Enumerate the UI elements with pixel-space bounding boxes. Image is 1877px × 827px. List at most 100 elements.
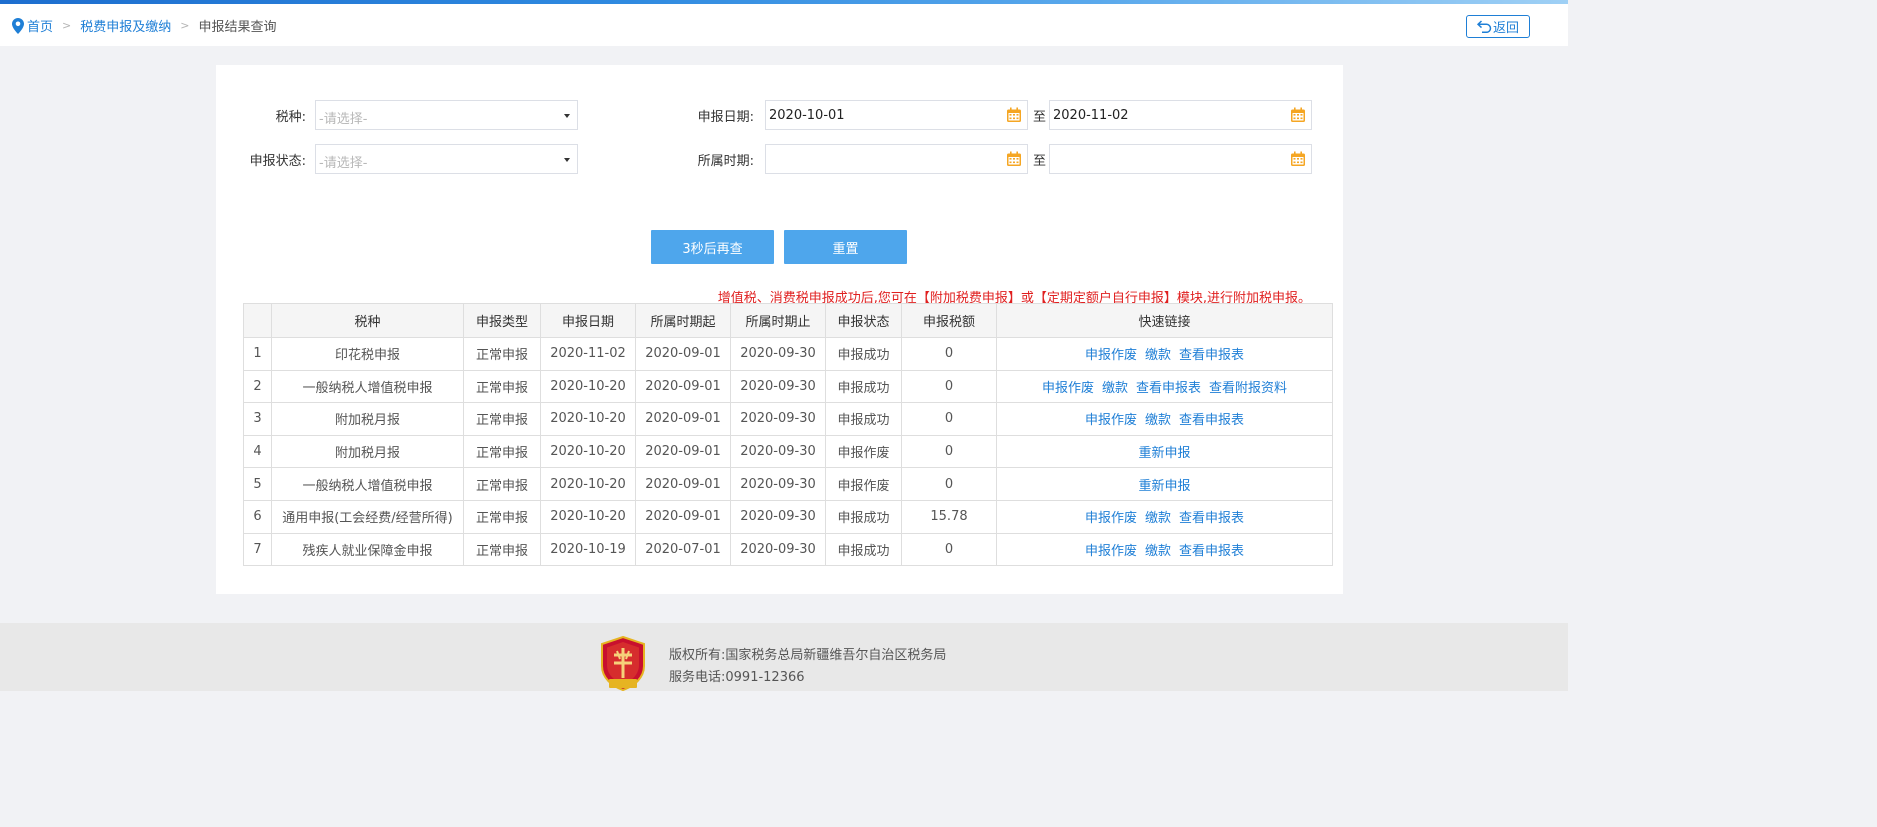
quick-link[interactable]: 申报作废 (1085, 413, 1137, 428)
cell-tax-amount: 0 (901, 434, 997, 469)
quick-link[interactable]: 缴款 (1145, 413, 1171, 428)
table-body: 1 印花税申报 正常申报 2020-11-02 2020-09-01 2020-09-30… (243, 337, 1333, 567)
declaration-date-label: 申报日期: (697, 110, 754, 125)
cell-period-to: 2020-09-30 (730, 532, 826, 567)
quick-link[interactable]: 缴款 (1145, 511, 1171, 526)
cell-quick-links: 申报作废 缴款 查看申报表 (996, 532, 1333, 567)
cell-tax-amount: 0 (901, 337, 997, 371)
results-table: 税种 申报类型 申报日期 所属时期起 所属时期止 申报状态 申报税额 快速链接 … (243, 303, 1333, 567)
footer-copyright: 版权所有:国家税务总局新疆维吾尔自治区税务局 (669, 648, 947, 663)
cell-tax-type: 一般纳税人增值税申报 (271, 369, 464, 404)
range-to-label: 至 (1033, 110, 1047, 125)
cell-period-from: 2020-07-01 (635, 532, 731, 567)
cell-quick-links: 申报作废 缴款 查看申报表 (996, 499, 1333, 534)
cell-status: 申报作废 (825, 467, 902, 501)
row-index: 1 (243, 337, 272, 371)
cell-status: 申报成功 (825, 337, 902, 371)
back-button[interactable]: 返回 (1466, 15, 1530, 38)
cell-declaration-type: 正常申报 (463, 434, 541, 469)
quick-link[interactable]: 重新申报 (1138, 446, 1190, 461)
cell-status: 申报成功 (825, 402, 902, 436)
cell-period-to: 2020-09-30 (730, 467, 826, 501)
cell-period-to: 2020-09-30 (730, 337, 826, 371)
cell-quick-links: 申报作废 缴款 查看申报表 (996, 337, 1333, 371)
table-row: 2 一般纳税人增值税申报 正常申报 2020-10-20 2020-09-01 2020-… (243, 369, 1333, 404)
column-header-tax-amount: 申报税额 (901, 303, 997, 338)
declaration-status-label: 申报状态: (249, 154, 306, 169)
cell-period-to: 2020-09-30 (730, 402, 826, 436)
cell-declaration-date: 2020-10-19 (540, 532, 636, 567)
quick-link[interactable]: 查看申报表 (1179, 413, 1244, 428)
table-row: 6 通用申报(工会经费/经营所得) 正常申报 2020-10-20 2020-09-01… (243, 499, 1333, 534)
tax-type-select[interactable]: -请选择- (315, 100, 578, 130)
row-index: 2 (243, 369, 272, 404)
column-header-period-from: 所属时期起 (635, 303, 731, 338)
column-header-quick-links: 快速链接 (996, 303, 1333, 338)
query-panel: 税种: -请选择- 申报日期: 2020-10-01 至 2020-11-02 … (216, 65, 1343, 594)
cell-tax-amount: 0 (901, 369, 997, 404)
breadcrumb: 首页 > 税费申报及缴纳 > 申报结果查询 (12, 16, 276, 35)
quick-link[interactable]: 查看申报表 (1179, 511, 1244, 526)
cell-period-from: 2020-09-01 (635, 402, 731, 436)
cell-tax-type: 附加税月报 (271, 434, 464, 469)
breadcrumb-home-link[interactable]: 首页 (27, 16, 53, 35)
calendar-icon[interactable] (1290, 107, 1306, 123)
cell-declaration-type: 正常申报 (463, 499, 541, 534)
cell-declaration-type: 正常申报 (463, 467, 541, 501)
quick-link[interactable]: 缴款 (1145, 544, 1171, 559)
quick-link[interactable]: 申报作废 (1085, 511, 1137, 526)
declaration-status-select[interactable]: -请选择- (315, 144, 578, 174)
calendar-icon[interactable] (1290, 151, 1306, 167)
cell-tax-type: 通用申报(工会经费/经营所得) (271, 499, 464, 534)
cell-tax-amount: 0 (901, 402, 997, 436)
cell-declaration-date: 2020-10-20 (540, 499, 636, 534)
cell-quick-links: 申报作废 缴款 查看申报表 查看附报资料 (996, 369, 1333, 404)
calendar-icon[interactable] (1006, 151, 1022, 167)
quick-link[interactable]: 缴款 (1102, 381, 1128, 396)
column-header-index (243, 303, 272, 338)
reset-button[interactable]: 重置 (784, 230, 907, 264)
quick-link[interactable]: 查看申报表 (1136, 381, 1201, 396)
declaration-date-to-value: 2020-11-02 (1053, 108, 1129, 123)
cell-status: 申报作废 (825, 434, 902, 469)
tax-type-placeholder: -请选择- (319, 112, 368, 127)
declaration-date-to-input[interactable]: 2020-11-02 (1049, 100, 1312, 130)
quick-link[interactable]: 查看附报资料 (1209, 381, 1287, 396)
range-to-label: 至 (1033, 154, 1047, 169)
tax-type-label: 税种: (275, 110, 306, 125)
column-header-period-to: 所属时期止 (730, 303, 826, 338)
query-button[interactable]: 3秒后再查 (651, 230, 774, 264)
quick-link[interactable]: 申报作废 (1042, 381, 1094, 396)
cell-status: 申报成功 (825, 532, 902, 567)
row-index: 5 (243, 467, 272, 501)
breadcrumb-separator: > (180, 19, 190, 32)
cell-tax-amount: 0 (901, 532, 997, 567)
calendar-icon[interactable] (1006, 107, 1022, 123)
back-button-label: 返回 (1492, 21, 1519, 36)
quick-link[interactable]: 缴款 (1145, 348, 1171, 363)
quick-link[interactable]: 申报作废 (1085, 544, 1137, 559)
column-header-tax-type: 税种 (271, 303, 464, 338)
table-header-row: 税种 申报类型 申报日期 所属时期起 所属时期止 申报状态 申报税额 快速链接 (243, 303, 1333, 338)
quick-link[interactable]: 重新申报 (1138, 479, 1190, 494)
period-to-input[interactable] (1049, 144, 1312, 174)
cell-tax-type: 印花税申报 (271, 337, 464, 371)
cell-tax-type: 附加税月报 (271, 402, 464, 436)
cell-status: 申报成功 (825, 499, 902, 534)
cell-quick-links: 重新申报 (996, 467, 1333, 501)
row-index: 7 (243, 532, 272, 567)
quick-link[interactable]: 查看申报表 (1179, 348, 1244, 363)
cell-declaration-type: 正常申报 (463, 337, 541, 371)
breadcrumb-separator: > (62, 19, 72, 32)
cell-status: 申报成功 (825, 369, 902, 404)
cell-period-from: 2020-09-01 (635, 369, 731, 404)
cell-quick-links: 申报作废 缴款 查看申报表 (996, 402, 1333, 436)
quick-link[interactable]: 申报作废 (1085, 348, 1137, 363)
period-from-input[interactable] (765, 144, 1028, 174)
declaration-date-from-input[interactable]: 2020-10-01 (765, 100, 1028, 130)
period-label: 所属时期: (697, 154, 754, 169)
cell-period-from: 2020-09-01 (635, 499, 731, 534)
breadcrumb-declaration-link[interactable]: 税费申报及缴纳 (80, 16, 171, 35)
quick-link[interactable]: 查看申报表 (1179, 544, 1244, 559)
table-row: 7 残疾人就业保障金申报 正常申报 2020-10-19 2020-07-01 2020-… (243, 532, 1333, 567)
